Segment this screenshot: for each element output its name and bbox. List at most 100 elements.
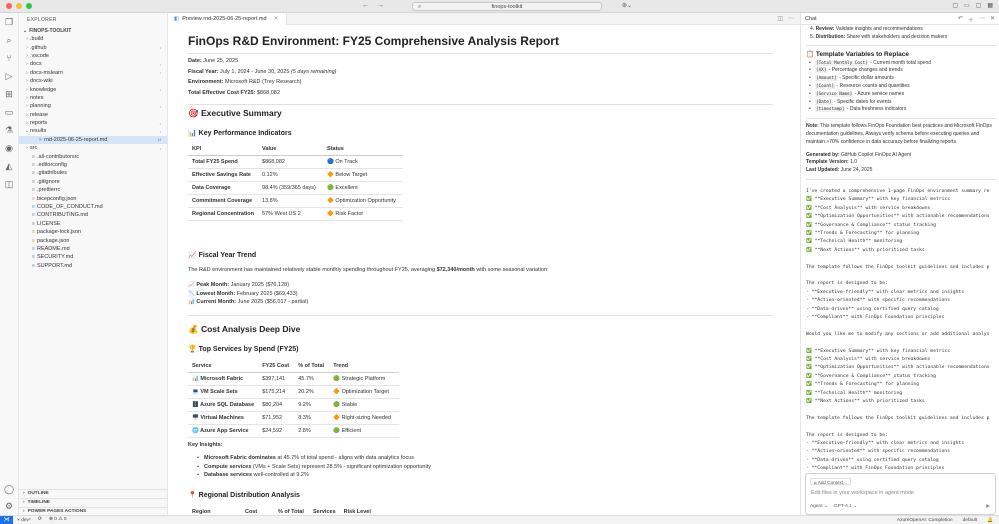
git-status-badge: • (159, 128, 161, 134)
response-line: - **Executive-friendly** with clear metr… (806, 289, 965, 295)
tree-folder[interactable]: ⌄ results • (19, 127, 167, 135)
tree-folder[interactable]: › src • (19, 144, 167, 152)
workspace-root[interactable]: ⌄ FINOPS-TOOLKIT (19, 26, 167, 35)
completion-status[interactable]: AzureOpenAI: Completion (897, 518, 953, 523)
github-icon[interactable]: ◉ (3, 142, 15, 154)
back-arrow-icon[interactable]: ← (362, 2, 369, 9)
tree-folder[interactable]: › docs • (19, 60, 167, 68)
tree-folder[interactable]: › docs-wiki (19, 77, 167, 85)
list-item: [Service Name] - Azure service names (806, 91, 996, 99)
column-header: Status (323, 143, 404, 156)
toggle-sidebar-icon[interactable]: ▢ (952, 2, 958, 9)
variable-code: [Service Name] (815, 91, 854, 97)
tab-preview-report[interactable]: ◧ Preview rnd-2025-06-25-report.md ✕ (168, 12, 288, 25)
table-cell: $24,592 (258, 424, 295, 438)
tree-file[interactable]: ≡ CODE_OF_CONDUCT.md (19, 203, 167, 211)
tree-folder[interactable]: › reports • (19, 119, 167, 127)
more-actions-icon[interactable]: ⋯ (979, 15, 985, 24)
chat-input-placeholder[interactable]: Edit files in your workspace in agent mo… (811, 490, 914, 496)
close-icon[interactable]: ✕ (990, 15, 995, 24)
close-icon[interactable]: ✕ (274, 16, 279, 22)
mode-selector[interactable]: Agent ⌄ (810, 504, 828, 509)
column-header: FY25 Cost (258, 360, 295, 373)
outline-section[interactable]: › OUTLINE (19, 489, 168, 497)
table-row: 🗄️ Azure SQL Database $80,204 9.2% 🟢 Stable (188, 398, 400, 412)
tree-file[interactable]: ≡ .editorconfig (19, 161, 167, 169)
history-icon[interactable]: ↶ (958, 15, 963, 24)
send-icon[interactable]: ➤ (985, 503, 990, 510)
add-context-button[interactable]: ⌀ Add Context... (810, 478, 851, 485)
table-cell: 🟢 Stable (329, 398, 400, 412)
tree-file[interactable]: ≡ .prettierrc (19, 186, 167, 194)
tree-item-label: knowledge (30, 86, 57, 93)
agent-response: I've created a comprehensive 1-page FinO… (806, 188, 996, 471)
tree-file[interactable]: ≡ bicepconfig.json (19, 194, 167, 202)
tree-file[interactable]: ≡ .gitattributes (19, 169, 167, 177)
tree-folder[interactable]: › .github • (19, 43, 167, 51)
variable-code: [Date] (815, 99, 833, 105)
remote-explorer-icon[interactable]: ▭ (3, 106, 15, 118)
tree-folder[interactable]: › docs-mslearn • (19, 69, 167, 77)
copilot-icon[interactable]: ⊛⌄ (622, 2, 632, 9)
tree-item-label: SECURITY.md (37, 254, 74, 261)
table-row: 🖥️ Virtual Machines $71,952 8.3% 🔶 Right-si… (188, 411, 400, 425)
response-line: ✅ **Governance & Compliance** status tra… (806, 222, 937, 228)
git-status-badge: • (159, 120, 161, 126)
search-icon[interactable]: ⌕ (3, 34, 15, 46)
split-editor-icon[interactable]: ◫ (777, 15, 783, 22)
gear-icon[interactable]: ⚙ (3, 500, 15, 512)
tree-folder[interactable]: › release (19, 111, 167, 119)
divider (188, 53, 773, 54)
maximize-window-button[interactable] (26, 3, 32, 9)
tree-file[interactable]: ≡ SECURITY.md (19, 253, 167, 261)
tree-file[interactable]: ≡ package-lock.json (19, 228, 167, 236)
problems-indicator[interactable]: ⊗ 0 ⚠ 0 (49, 517, 67, 523)
docker-icon[interactable]: ◫ (3, 178, 15, 190)
response-line: The template follows the FinOps toolkit … (806, 264, 990, 270)
close-window-button[interactable] (6, 3, 12, 9)
sync-icon[interactable]: ⟳ (38, 517, 42, 523)
remote-indicator-icon[interactable]: ⋊ (0, 515, 13, 524)
tree-file[interactable]: ≡ .gitignore (19, 178, 167, 186)
tree-folder[interactable]: › .vscode (19, 52, 167, 60)
tree-file[interactable]: ≡ LICENSE (19, 220, 167, 228)
divider (188, 315, 773, 316)
run-debug-icon[interactable]: ▷ (3, 70, 15, 82)
tree-file[interactable]: ≡ README.md (19, 245, 167, 253)
branch-indicator[interactable]: ⑂ dev* (17, 517, 31, 523)
tree-file[interactable]: ≡ .all-contributorsrc (19, 152, 167, 160)
tree-item-label: results (30, 128, 47, 135)
extensions-icon[interactable]: ⊞ (3, 88, 15, 100)
chat-input-box[interactable]: ⌀ Add Context... Edit files in your work… (805, 473, 996, 515)
explorer-icon[interactable]: ❐ (3, 16, 15, 28)
forward-arrow-icon[interactable]: → (377, 2, 384, 9)
tree-folder[interactable]: › planning • (19, 102, 167, 110)
trend-icon: 📊 (188, 299, 195, 305)
tree-file[interactable]: ≡ CONTRIBUTING.md (19, 211, 167, 219)
testing-icon[interactable]: ⚗ (3, 124, 15, 136)
tree-file[interactable]: ≡ SUPPORT.md (19, 262, 167, 270)
layout-icon[interactable]: ▦ (987, 2, 993, 9)
more-actions-icon[interactable]: ⋯ (788, 15, 794, 22)
tree-item-label: notes (30, 94, 44, 101)
tab-chat[interactable]: Chat (805, 16, 817, 22)
timeline-section[interactable]: › TIMELINE (19, 498, 168, 506)
toggle-panel-icon[interactable]: ▭ (964, 2, 970, 9)
tree-folder[interactable]: › knowledge • (19, 85, 167, 93)
model-selector[interactable]: GPT-4.1 ⌄ (834, 504, 857, 509)
power-pages-section[interactable]: › POWER PAGES ACTIONS (19, 507, 168, 515)
bell-icon[interactable]: 🔔 (987, 518, 993, 523)
tree-file[interactable]: ≡ package.json (19, 236, 167, 244)
command-center-search[interactable]: ⌕ finops-toolkit (412, 2, 602, 11)
toggle-secondary-sidebar-icon[interactable]: ▢ (976, 2, 982, 9)
tree-file[interactable]: ≡ rnd-2025-06-25-report.md U (19, 135, 167, 145)
profile-indicator[interactable]: default (963, 518, 977, 523)
new-chat-icon[interactable]: ＋ (968, 15, 974, 24)
account-icon[interactable]: ◯ (3, 483, 15, 495)
azure-icon[interactable]: ◭ (3, 160, 15, 172)
tree-folder[interactable]: › .build (19, 35, 167, 43)
variable-text: - Data freshness indicators (846, 106, 907, 113)
tree-folder[interactable]: › notes (19, 94, 167, 102)
minimize-window-button[interactable] (16, 3, 22, 9)
source-control-icon[interactable]: ⑂ (3, 52, 15, 64)
